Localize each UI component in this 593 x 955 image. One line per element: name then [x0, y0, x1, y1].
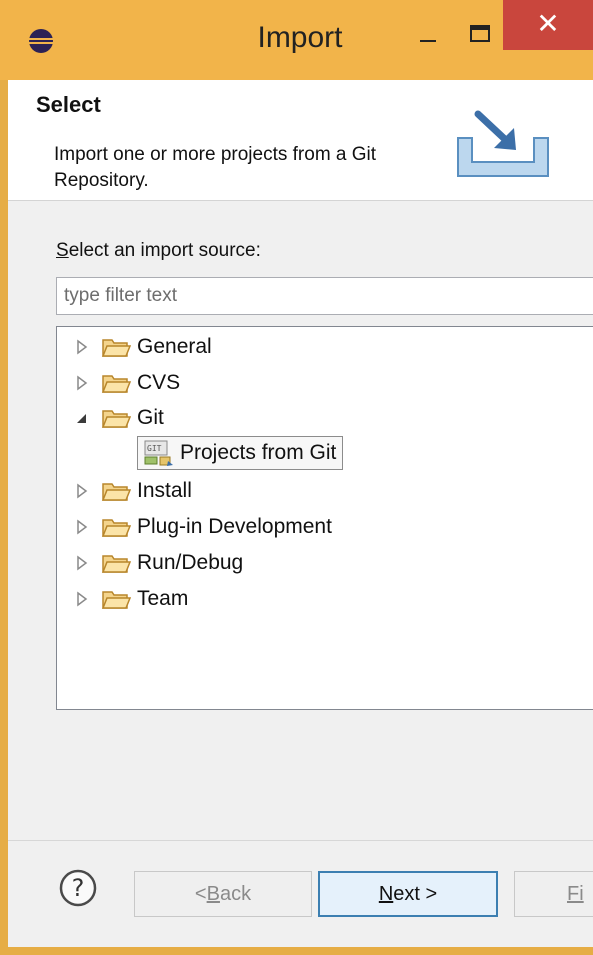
wizard-banner: Select Import one or more projects from … — [8, 80, 593, 201]
import-source-tree[interactable]: General CVS Git GIT Projects from Git In… — [56, 326, 593, 710]
folder-icon — [101, 555, 131, 573]
selected-tree-item[interactable]: GIT Projects from Git — [137, 436, 344, 470]
back-rest: ack — [219, 882, 252, 905]
tree-item-label: Team — [137, 587, 189, 610]
help-glyph: ? — [72, 874, 85, 902]
close-icon: ✕ — [536, 8, 560, 39]
import-source-label: Select an import source: — [56, 240, 261, 262]
collapse-arrow-icon[interactable] — [71, 407, 93, 429]
close-button[interactable]: ✕ — [503, 0, 593, 50]
tree-item-install[interactable]: Install — [71, 475, 192, 507]
tree-item-general[interactable]: General — [71, 331, 212, 363]
folder-icon — [101, 375, 131, 393]
finish-label: Fi — [567, 882, 584, 905]
footer-divider — [8, 840, 593, 841]
help-icon[interactable]: ? — [58, 868, 98, 908]
expand-arrow-icon[interactable] — [71, 336, 93, 358]
folder-icon — [101, 410, 131, 428]
next-button[interactable]: Next > — [318, 871, 498, 917]
import-dialog: Import ✕ Select Import one or more proje… — [0, 0, 593, 955]
minimize-button[interactable] — [408, 22, 448, 54]
folder-icon — [101, 591, 131, 609]
tree-item-label: CVS — [137, 371, 181, 394]
back-button[interactable]: < Back — [134, 871, 312, 917]
expand-arrow-icon[interactable] — [71, 552, 93, 574]
expand-arrow-icon[interactable] — [71, 588, 93, 610]
window-title: Import — [257, 21, 343, 54]
next-mnemonic: N — [378, 882, 394, 905]
expand-arrow-icon[interactable] — [71, 480, 93, 502]
tree-item-cvs[interactable]: CVS — [71, 367, 180, 399]
svg-text:GIT: GIT — [147, 444, 162, 453]
git-project-icon: GIT — [144, 440, 173, 466]
tree-item-label: Git — [137, 406, 164, 429]
back-prefix: < — [194, 882, 207, 905]
tree-item-label: Projects from Git — [180, 441, 337, 464]
back-mnemonic: B — [206, 882, 220, 905]
page-description: Import one or more projects from a Git R… — [54, 144, 377, 191]
expand-arrow-icon[interactable] — [71, 516, 93, 538]
tree-item-git[interactable]: Git — [71, 402, 164, 434]
import-wizard-icon — [457, 110, 549, 177]
folder-icon — [101, 519, 131, 537]
folder-icon — [101, 483, 131, 501]
next-rest: ext > — [393, 882, 438, 905]
title-bar[interactable]: Import ✕ — [0, 0, 593, 80]
filter-input[interactable] — [56, 277, 593, 315]
tree-item-label: General — [137, 335, 212, 358]
eclipse-icon[interactable] — [28, 28, 54, 54]
folder-icon — [101, 339, 131, 357]
maximize-button[interactable] — [460, 18, 500, 52]
tree-item-plug-in-development[interactable]: Plug-in Development — [71, 511, 332, 543]
expand-arrow-icon[interactable] — [71, 372, 93, 394]
tree-item-run-debug[interactable]: Run/Debug — [71, 547, 243, 579]
mnemonic-s: S — [56, 240, 69, 261]
import-source-label-rest: elect an import source: — [68, 240, 261, 261]
tree-item-projects-from-git[interactable]: GIT Projects from Git — [137, 436, 344, 470]
page-title: Select — [36, 92, 101, 117]
tree-item-label: Plug-in Development — [137, 515, 332, 538]
finish-button[interactable]: Fi — [514, 871, 593, 917]
tree-item-team[interactable]: Team — [71, 583, 188, 615]
dialog-content: Select Import one or more projects from … — [8, 80, 593, 947]
tree-item-label: Run/Debug — [137, 551, 244, 574]
tree-item-label: Install — [137, 479, 192, 502]
